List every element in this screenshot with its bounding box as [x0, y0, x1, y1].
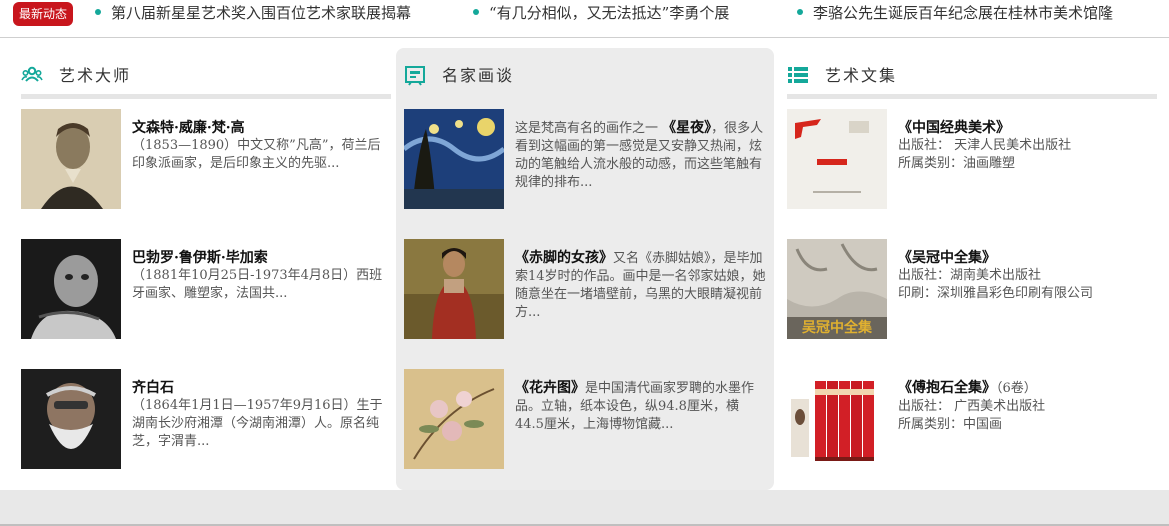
divider — [21, 94, 391, 99]
book-title[interactable]: 《吴冠中全集》 — [898, 249, 1157, 267]
book-title[interactable]: 《傅抱石全集》 — [898, 380, 996, 396]
talks-title: 名家画谈 — [442, 66, 515, 85]
painting-frame-icon — [405, 66, 425, 86]
book-cover-title: 吴冠中全集 — [802, 319, 873, 336]
book-entry[interactable]: 《中国经典美术》 出版社： 天津人民美术出版社 所属类别：油画雕塑 — [787, 109, 1157, 209]
master-entry[interactable]: 齐白石 （1864年1月1日—1957年9月16日）生于湖南长沙府湘潭（今湖南湘… — [21, 369, 391, 469]
portrait-image[interactable] — [21, 369, 121, 469]
books-header: 艺术文集 — [787, 48, 1157, 94]
talk-entry[interactable]: 这是梵高有名的画作之一 《星夜》，很多人看到这幅画的第一感觉是又安静又热闹，炫动… — [404, 109, 766, 209]
bullet-dot-icon — [473, 9, 479, 15]
master-text: 巴勃罗·鲁伊斯·毕加索 （1881年10月25日-1973年4月8日）西班牙画家… — [132, 249, 391, 303]
master-name[interactable]: 齐白石 — [132, 379, 391, 397]
latest-news-badge: 最新动态 — [13, 2, 73, 26]
book-text: 《中国经典美术》 出版社： 天津人民美术出版社 所属类别：油画雕塑 — [898, 119, 1157, 173]
masters-column: 艺术大师 文森特·威廉·梵·高 （1853—1890）中文又称”凡高”，荷兰后印… — [21, 48, 391, 490]
talks-column: 名家画谈 这是梵高有名的画作之一 《星夜》，很多人看到这幅画的第一感觉是又安静又… — [396, 48, 774, 490]
artwork-image[interactable] — [404, 369, 504, 469]
master-name[interactable]: 巴勃罗·鲁伊斯·毕加索 — [132, 249, 391, 267]
artwork-image[interactable] — [404, 109, 504, 209]
book-entry[interactable]: 《傅抱石全集》（6卷） 出版社： 广西美术出版社 所属类别：中国画 — [787, 369, 1157, 469]
book-cover-image[interactable] — [787, 109, 887, 209]
masters-header: 艺术大师 — [21, 48, 391, 94]
portrait-image[interactable] — [21, 109, 121, 209]
footer-bar — [0, 490, 1169, 526]
people-icon — [21, 66, 43, 82]
book-printer: 印刷：深圳雅昌彩色印刷有限公司 — [898, 286, 1094, 301]
talk-intro: 这是梵高有名的画作之一 — [515, 121, 659, 136]
book-publisher: 出版社：湖南美术出版社 — [898, 268, 1042, 283]
book-cover-image[interactable] — [787, 369, 887, 469]
books-column: 艺术文集 《中国经典美术》 出版社： 天津人民美术出版社 所属类别：油画雕塑 吴… — [787, 48, 1157, 490]
talk-entry[interactable]: 《赤脚的女孩》又名《赤脚姑娘》，是毕加索14岁时的作品。画中是一名邻家姑娘，她随… — [404, 239, 766, 339]
books-title: 艺术文集 — [825, 66, 898, 85]
ticker-item-label: 第八届新星星艺术奖入围百位艺术家联展揭幕 — [111, 4, 412, 22]
ticker-item[interactable]: 李骆公先生诞辰百年纪念展在桂林市美术馆隆 — [797, 2, 1113, 24]
artwork-image[interactable] — [404, 239, 504, 339]
ticker-item[interactable]: “有几分相似，又无法抵达”李勇个展 — [473, 2, 729, 24]
book-category: 所属类别：中国画 — [898, 417, 1003, 432]
master-text: 齐白石 （1864年1月1日—1957年9月16日）生于湖南长沙府湘潭（今湖南湘… — [132, 379, 391, 451]
divider — [787, 94, 1157, 99]
masters-title: 艺术大师 — [59, 66, 132, 85]
master-text: 文森特·威廉·梵·高 （1853—1890）中文又称”凡高”，荷兰后印象派画家，… — [132, 119, 391, 173]
artwork-title[interactable]: 《花卉图》 — [515, 380, 585, 396]
book-publisher: 出版社： 天津人民美术出版社 — [898, 138, 1072, 153]
ticker-item[interactable]: 第八届新星星艺术奖入围百位艺术家联展揭幕 — [95, 2, 411, 24]
master-desc: （1864年1月1日—1957年9月16日）生于湖南长沙府湘潭（今湖南湘潭）人。… — [132, 398, 383, 449]
book-entry[interactable]: 吴冠中全集 《吴冠中全集》 出版社：湖南美术出版社 印刷：深圳雅昌彩色印刷有限公… — [787, 239, 1157, 339]
master-entry[interactable]: 文森特·威廉·梵·高 （1853—1890）中文又称”凡高”，荷兰后印象派画家，… — [21, 109, 391, 209]
master-desc: （1881年10月25日-1973年4月8日）西班牙画家、雕塑家，法国共... — [132, 268, 383, 301]
book-category: 所属类别：油画雕塑 — [898, 156, 1016, 171]
artwork-title[interactable]: 《赤脚的女孩》 — [515, 250, 613, 266]
bullet-dot-icon — [95, 9, 101, 15]
master-entry[interactable]: 巴勃罗·鲁伊斯·毕加索 （1881年10月25日-1973年4月8日）西班牙画家… — [21, 239, 391, 339]
book-title[interactable]: 《中国经典美术》 — [898, 119, 1157, 137]
book-text: 《吴冠中全集》 出版社：湖南美术出版社 印刷：深圳雅昌彩色印刷有限公司 — [898, 249, 1157, 303]
talk-text: 《花卉图》是中国清代画家罗聘的水墨作品。立轴，纸本设色，纵94.8厘米，横44.… — [515, 379, 766, 434]
book-text: 《傅抱石全集》（6卷） 出版社： 广西美术出版社 所属类别：中国画 — [898, 379, 1157, 434]
master-name[interactable]: 文森特·威廉·梵·高 — [132, 119, 391, 137]
news-ticker: 最新动态 第八届新星星艺术奖入围百位艺术家联展揭幕 “有几分相似，又无法抵达”李… — [0, 0, 1169, 38]
talk-text: 《赤脚的女孩》又名《赤脚姑娘》，是毕加索14岁时的作品。画中是一名邻家姑娘，她随… — [515, 249, 766, 322]
talk-text: 这是梵高有名的画作之一 《星夜》，很多人看到这幅画的第一感觉是又安静又热闹，炫动… — [515, 119, 766, 192]
bullet-dot-icon — [797, 9, 803, 15]
talks-header: 名家画谈 — [404, 48, 766, 94]
artwork-title[interactable]: 《星夜》 — [662, 120, 711, 136]
ticker-item-label: “有几分相似，又无法抵达”李勇个展 — [489, 4, 730, 22]
ticker-item-label: 李骆公先生诞辰百年纪念展在桂林市美术馆隆 — [813, 4, 1114, 22]
book-publisher: 出版社： 广西美术出版社 — [898, 399, 1046, 414]
list-icon — [788, 67, 808, 83]
book-cover-image[interactable]: 吴冠中全集 — [787, 239, 887, 339]
portrait-image[interactable] — [21, 239, 121, 339]
book-volumes: （6卷） — [996, 381, 1037, 396]
talk-entry[interactable]: 《花卉图》是中国清代画家罗聘的水墨作品。立轴，纸本设色，纵94.8厘米，横44.… — [404, 369, 766, 469]
master-desc: （1853—1890）中文又称”凡高”，荷兰后印象派画家，是后印象主义的先驱..… — [132, 138, 381, 171]
